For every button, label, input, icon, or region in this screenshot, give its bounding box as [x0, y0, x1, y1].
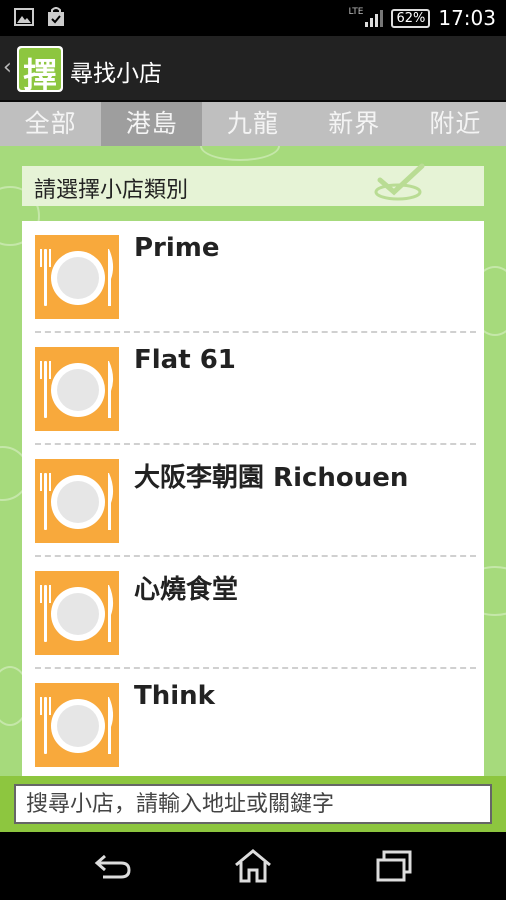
list-item[interactable]: Think — [22, 669, 484, 776]
app-logo-glyph: 擇 — [23, 56, 57, 96]
action-bar: ‹ 擇 尋找小店 — [0, 36, 506, 102]
recent-apps-icon[interactable] — [374, 848, 414, 884]
shop-name: Flat 61 — [134, 345, 236, 375]
plate-fork-knife-icon — [35, 459, 119, 543]
plate-fork-knife-icon — [35, 571, 119, 655]
list-item[interactable]: Prime — [22, 221, 484, 333]
plate-fork-knife-icon — [35, 683, 119, 767]
system-nav-bar — [0, 832, 506, 900]
battery-icon: 62% — [391, 8, 431, 28]
list-item[interactable]: Flat 61 — [22, 333, 484, 445]
shop-list: Prime Flat 61 大阪李朝園 Richouen 心燒食堂 Think — [22, 221, 484, 776]
region-tabs: 全部 港島 九龍 新界 附近 — [0, 102, 506, 146]
app-logo[interactable]: 擇 — [17, 46, 63, 96]
checkmark-icon — [374, 163, 425, 201]
shop-name: Think — [134, 681, 215, 711]
tab-hong-kong-island[interactable]: 港島 — [101, 102, 203, 146]
main-content: 請選擇小店類別 Prime Flat 61 大阪李朝園 Richouen 心燒食… — [0, 146, 506, 776]
signal-icon — [365, 10, 384, 27]
search-input[interactable] — [14, 784, 492, 824]
shopping-bag-check-icon — [48, 7, 64, 26]
image-icon — [14, 8, 34, 26]
status-bar: LTE 62% 17:03 — [0, 0, 506, 36]
search-bar — [0, 776, 506, 832]
chevron-left-icon[interactable]: ‹ — [3, 55, 12, 80]
network-type: LTE — [348, 7, 364, 17]
shop-name: Prime — [134, 233, 220, 263]
clock: 17:03 — [438, 6, 496, 30]
tab-nearby[interactable]: 附近 — [405, 102, 506, 146]
plate-fork-knife-icon — [35, 235, 119, 319]
list-item[interactable]: 大阪李朝園 Richouen — [22, 445, 484, 557]
shop-name: 心燒食堂 — [134, 575, 239, 605]
tab-kowloon[interactable]: 九龍 — [202, 102, 303, 146]
list-item[interactable]: 心燒食堂 — [22, 557, 484, 669]
tab-all[interactable]: 全部 — [0, 102, 101, 146]
shop-name: 大阪李朝園 Richouen — [134, 463, 409, 493]
category-label: 請選擇小店類別 — [34, 178, 189, 203]
plate-fork-knife-icon — [35, 347, 119, 431]
home-icon[interactable] — [233, 848, 273, 884]
tab-new-territories[interactable]: 新界 — [304, 102, 405, 146]
background-doodle — [200, 146, 280, 161]
category-selector[interactable]: 請選擇小店類別 — [22, 163, 484, 206]
back-arrow-icon[interactable] — [93, 848, 133, 884]
page-title: 尋找小店 — [70, 61, 162, 87]
